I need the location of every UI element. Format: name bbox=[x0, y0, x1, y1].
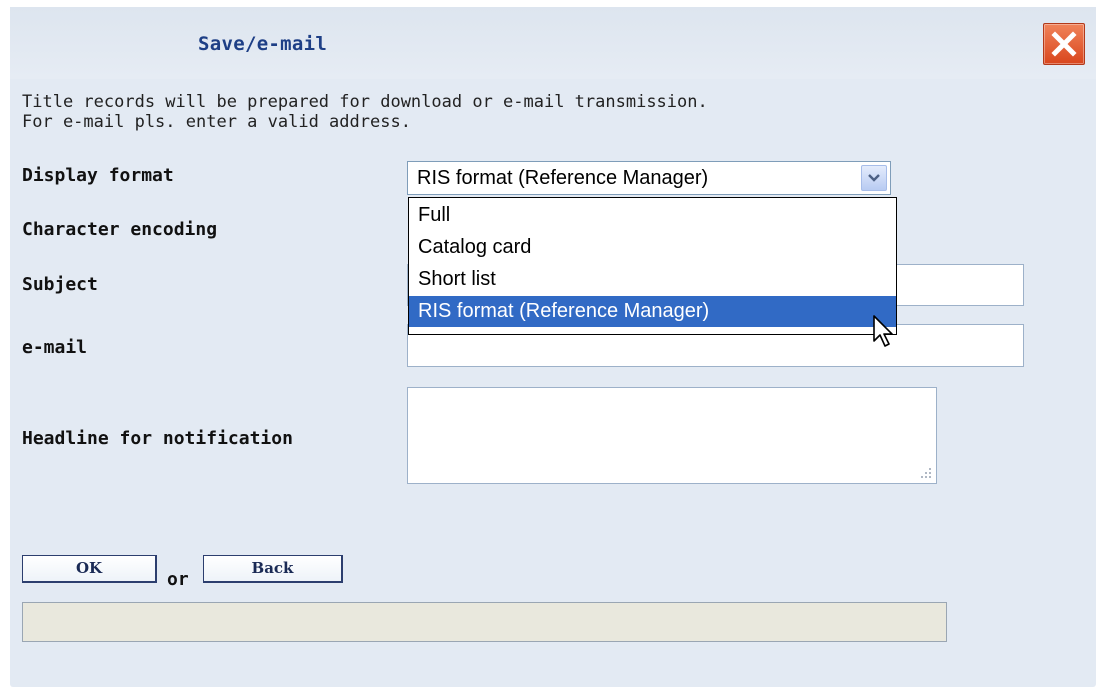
headline-textarea[interactable] bbox=[407, 387, 937, 484]
close-icon bbox=[1051, 31, 1077, 57]
intro-text: Title records will be prepared for downl… bbox=[22, 92, 708, 132]
dialog-title: Save/e-mail bbox=[198, 33, 328, 55]
email-label: e-mail bbox=[22, 337, 88, 358]
display-format-dropdown-list: Full Catalog card Short list RIS format … bbox=[408, 197, 897, 335]
chevron-down-icon bbox=[868, 174, 880, 182]
dropdown-arrow-button[interactable] bbox=[861, 165, 887, 191]
option-ris-format[interactable]: RIS format (Reference Manager) bbox=[409, 296, 896, 327]
or-text: or bbox=[167, 569, 189, 590]
subject-label: Subject bbox=[22, 274, 98, 295]
display-format-label: Display format bbox=[22, 165, 174, 186]
intro-line-2: For e-mail pls. enter a valid address. bbox=[22, 112, 411, 132]
option-short-list[interactable]: Short list bbox=[409, 264, 896, 295]
save-email-dialog: Save/e-mail Title records will be prepar… bbox=[10, 7, 1096, 687]
dialog-header: Save/e-mail bbox=[10, 7, 1096, 79]
ok-button[interactable]: OK bbox=[22, 555, 157, 583]
display-format-select[interactable]: RIS format (Reference Manager) bbox=[407, 161, 891, 195]
intro-line-1: Title records will be prepared for downl… bbox=[22, 92, 708, 112]
status-bar bbox=[22, 602, 947, 642]
mouse-pointer-icon bbox=[873, 315, 893, 347]
option-full[interactable]: Full bbox=[409, 200, 896, 231]
resize-grip-icon[interactable] bbox=[920, 467, 932, 479]
close-button[interactable] bbox=[1043, 23, 1085, 65]
option-catalog-card[interactable]: Catalog card bbox=[409, 232, 896, 263]
headline-label: Headline for notification bbox=[22, 428, 293, 449]
character-encoding-label: Character encoding bbox=[22, 219, 218, 240]
back-button[interactable]: Back bbox=[203, 555, 343, 583]
display-format-value: RIS format (Reference Manager) bbox=[417, 167, 709, 189]
